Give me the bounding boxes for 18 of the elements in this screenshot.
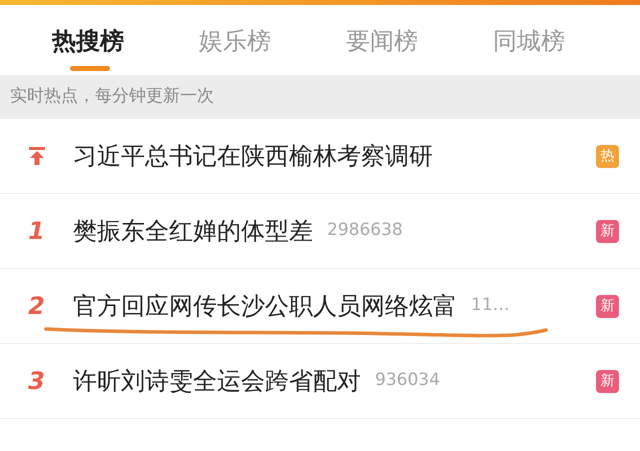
topic-title[interactable]: 樊振东全红婵的体型差 — [73, 213, 313, 249]
rank-number: 2 — [28, 291, 45, 322]
status-badge: 新 — [596, 294, 619, 318]
tab-indicator — [70, 66, 110, 71]
status-badge: 新 — [596, 370, 619, 392]
heat-count: 2986638 — [327, 219, 403, 242]
pin-top-icon — [28, 146, 46, 166]
status-badge: 热 — [596, 144, 619, 168]
heat-count: 936034 — [375, 369, 440, 392]
heat-count: 11… — [471, 294, 510, 318]
topic-title[interactable]: 许昕刘诗雯全运会跨省配对 — [73, 363, 361, 399]
rank-number: 3 — [28, 366, 45, 397]
tab[interactable]: 热搜榜 — [52, 25, 124, 57]
rank-number: 1 — [28, 216, 45, 247]
topic-title[interactable]: 官方回应网传长沙公职人员网络炫富 — [73, 288, 457, 324]
status-badge: 新 — [596, 220, 619, 242]
subheader-text: 实时热点，每分钟更新一次 — [10, 85, 214, 108]
topic-title[interactable]: 习近平总书记在陕西榆林考察调研 — [73, 138, 433, 174]
